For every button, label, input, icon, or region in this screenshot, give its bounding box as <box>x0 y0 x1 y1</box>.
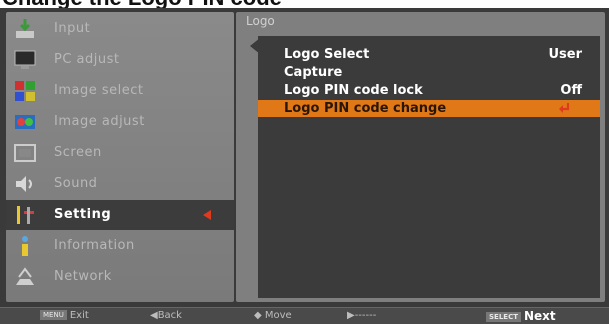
projector-osd: Input PC adjust Image select Image adjus… <box>0 8 609 324</box>
image-adjust-icon <box>15 115 35 129</box>
menu-item-network[interactable]: Network <box>6 262 234 292</box>
select-key-icon: SELECT <box>486 311 521 322</box>
submenu-item-logo-pin-code-change[interactable]: Logo PIN code change <box>258 100 600 117</box>
logo-submenu: Logo Select User Capture Logo PIN code l… <box>258 36 600 298</box>
submenu-item-logo-select[interactable]: Logo Select User <box>258 46 600 63</box>
menu-item-pc-adjust[interactable]: PC adjust <box>6 45 234 75</box>
button-guide-bar: MENU Exit ◀Back ◆ Move ▶------ SELECT Next <box>0 307 609 324</box>
menu-item-label: Screen <box>54 145 102 160</box>
menu-item-setting[interactable]: Setting <box>6 200 234 230</box>
menu-item-label: Input <box>54 21 91 36</box>
submenu-item-label: Logo PIN code change <box>284 101 447 116</box>
screen-icon <box>14 144 36 162</box>
next-hint: SELECT Next <box>486 308 556 324</box>
submenu-item-label: Capture <box>284 65 343 80</box>
submenu-item-label: Logo PIN code lock <box>284 83 423 98</box>
submenu-item-label: Logo Select <box>284 47 370 62</box>
menu-item-label: Network <box>54 269 112 284</box>
pc-adjust-icon <box>14 50 36 69</box>
sound-icon <box>16 176 32 192</box>
enter-icon <box>559 103 570 113</box>
exit-label: Exit <box>69 310 89 321</box>
menu-item-information[interactable]: Information <box>6 231 234 261</box>
menu-item-label: Image select <box>54 83 144 98</box>
network-icon <box>16 267 34 285</box>
menu-item-label: PC adjust <box>54 52 120 67</box>
exit-hint: MENU Exit <box>40 308 89 324</box>
menu-item-image-select[interactable]: Image select <box>6 76 234 106</box>
information-icon <box>22 236 28 256</box>
enter-hint: ▶------ <box>347 310 377 321</box>
submenu-item-capture[interactable]: Capture <box>258 64 600 81</box>
menu-item-label: Image adjust <box>54 114 145 129</box>
menu-item-screen[interactable]: Screen <box>6 138 234 168</box>
menu-item-sound[interactable]: Sound <box>6 169 234 199</box>
submenu-item-value: User <box>548 47 582 62</box>
setting-icon <box>17 206 34 224</box>
menu-item-input[interactable]: Input <box>6 14 234 44</box>
submenu-item-value: Off <box>560 83 582 98</box>
submenu-title: Logo <box>246 14 275 28</box>
menu-key-icon: MENU <box>40 310 67 320</box>
back-hint: ◀Back <box>150 310 182 321</box>
menu-item-label: Sound <box>54 176 98 191</box>
menu-item-image-adjust[interactable]: Image adjust <box>6 107 234 137</box>
logo-submenu-panel: Logo Logo Select User Capture Logo PIN c… <box>236 12 605 302</box>
input-icon <box>16 19 34 38</box>
menu-item-label: Information <box>54 238 135 253</box>
main-menu: Input PC adjust Image select Image adjus… <box>6 12 234 302</box>
move-hint: ◆ Move <box>254 310 292 321</box>
selection-arrow-icon <box>203 210 211 220</box>
submenu-item-logo-pin-code-lock[interactable]: Logo PIN code lock Off <box>258 82 600 99</box>
image-select-icon <box>15 81 35 101</box>
next-label: Next <box>523 309 556 323</box>
menu-item-label: Setting <box>54 207 112 222</box>
